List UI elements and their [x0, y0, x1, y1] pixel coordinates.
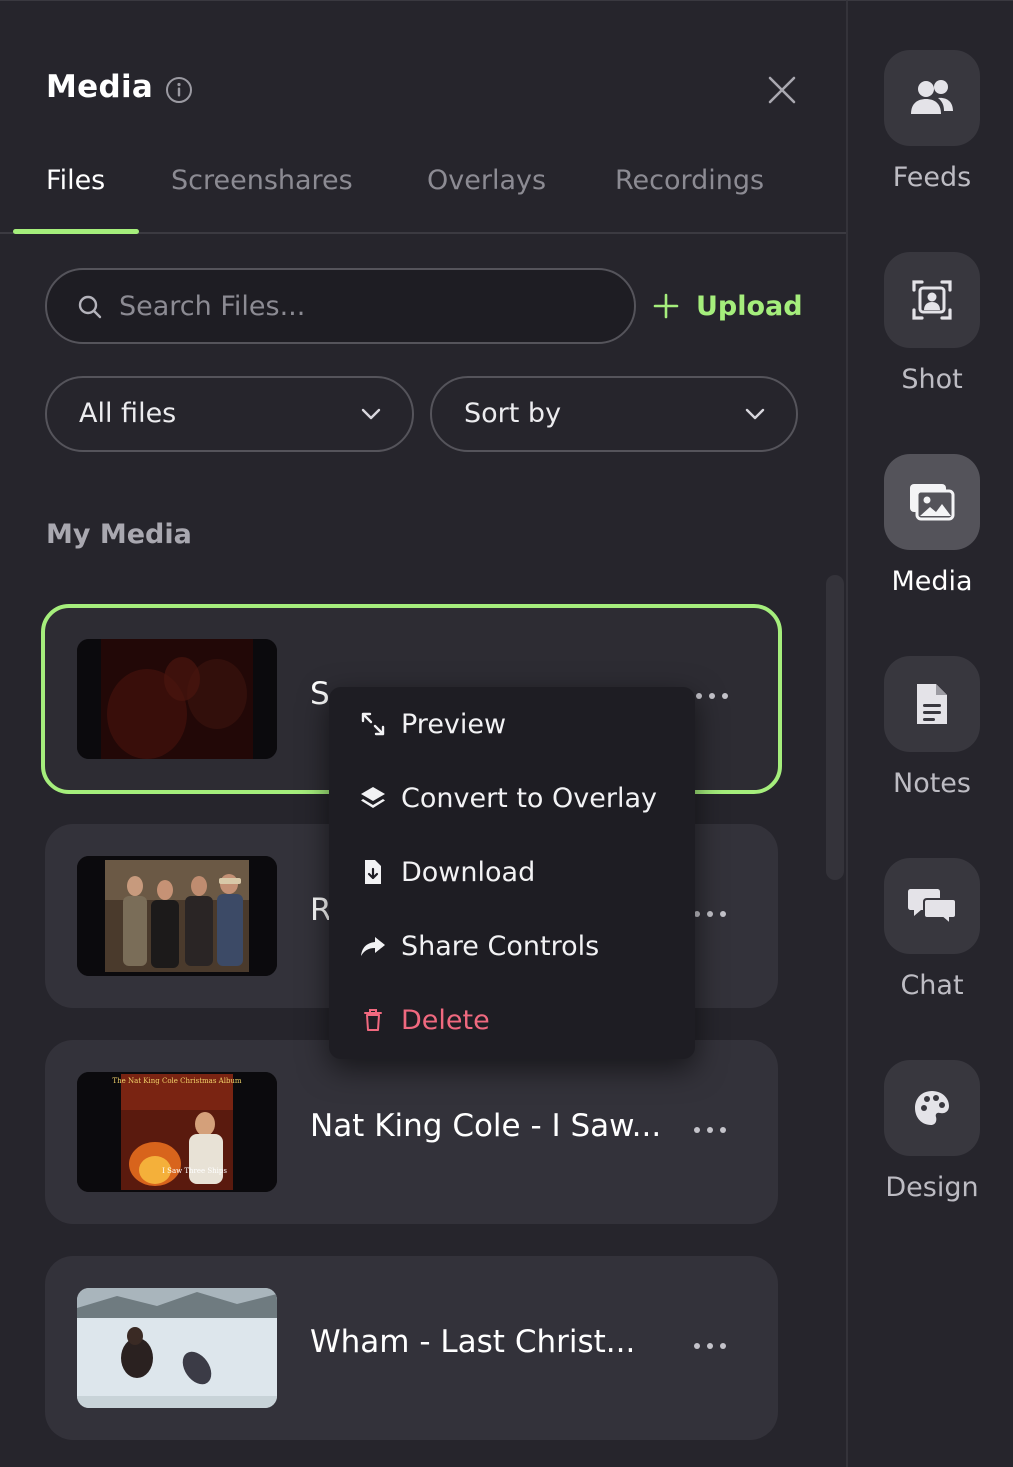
- sort-value: Sort by: [464, 398, 562, 429]
- share-icon: [359, 932, 387, 960]
- search-icon: [78, 295, 102, 319]
- menu-item-label: Delete: [401, 1004, 490, 1036]
- video-thumbnail: [77, 856, 277, 976]
- close-icon[interactable]: [766, 74, 798, 106]
- media-card[interactable]: The Nat King Cole Christmas Album I Saw …: [45, 1040, 778, 1224]
- rail-label: Notes: [893, 768, 971, 799]
- portrait-icon: [912, 280, 952, 320]
- rail-item-chat[interactable]: Chat: [884, 858, 980, 1028]
- media-title: Wham - Last Christ...: [310, 1324, 636, 1360]
- file-filter-value: All files: [79, 398, 177, 429]
- trash-icon: [359, 1006, 387, 1034]
- scrollbar[interactable]: [826, 575, 844, 880]
- menu-item-label: Download: [401, 856, 536, 888]
- sort-select[interactable]: Sort by: [430, 376, 798, 452]
- menu-item-convert-to-overlay[interactable]: Convert to Overlay: [329, 766, 695, 830]
- menu-item-share-controls[interactable]: Share Controls: [329, 914, 695, 978]
- rail-label: Design: [885, 1172, 979, 1203]
- section-title: My Media: [46, 519, 192, 550]
- rail-item-notes[interactable]: Notes: [884, 656, 980, 826]
- upload-button[interactable]: Upload: [652, 286, 803, 326]
- search-field[interactable]: [45, 268, 636, 344]
- media-title: Nat King Cole - I Saw...: [310, 1108, 662, 1144]
- media-panel: Media Files Screenshares Overlays Record…: [0, 0, 846, 1467]
- rail-label: Chat: [900, 970, 964, 1001]
- upload-label: Upload: [696, 290, 803, 322]
- users-icon: [911, 80, 953, 114]
- expand-icon: [359, 710, 387, 738]
- file-filter-select[interactable]: All files: [45, 376, 414, 452]
- search-input[interactable]: [119, 284, 609, 328]
- info-icon[interactable]: [165, 76, 193, 104]
- chat-icon: [908, 889, 957, 927]
- tab-files[interactable]: Files: [46, 165, 105, 196]
- file-download-icon: [359, 858, 387, 886]
- video-thumbnail: [77, 1288, 277, 1408]
- more-options-icon[interactable]: [693, 1124, 727, 1136]
- plus-icon: [653, 293, 679, 319]
- menu-item-download[interactable]: Download: [329, 840, 695, 904]
- menu-item-label: Share Controls: [401, 930, 600, 962]
- rail-label: Shot: [901, 364, 963, 395]
- layers-icon: [359, 784, 387, 812]
- palette-icon: [915, 1091, 949, 1125]
- rail-item-design[interactable]: Design: [884, 1060, 980, 1230]
- document-icon: [917, 684, 947, 724]
- video-thumbnail: [77, 639, 277, 759]
- side-rail: Feeds Shot Media Notes Chat Design: [846, 0, 1013, 1467]
- rail-item-media[interactable]: Media: [884, 454, 980, 624]
- more-options-icon[interactable]: [693, 1340, 727, 1352]
- menu-item-preview[interactable]: Preview: [329, 692, 695, 756]
- images-icon: [910, 484, 955, 521]
- tab-bar: Files Screenshares Overlays Recordings: [0, 151, 846, 234]
- rail-item-feeds[interactable]: Feeds: [884, 50, 980, 220]
- panel-title: Media: [46, 69, 154, 105]
- active-tab-indicator: [13, 229, 139, 234]
- tab-recordings[interactable]: Recordings: [615, 165, 764, 196]
- rail-label: Feeds: [892, 162, 972, 193]
- video-thumbnail: The Nat King Cole Christmas Album I Saw …: [77, 1072, 277, 1192]
- rail-item-shot[interactable]: Shot: [884, 252, 980, 422]
- context-menu: Preview Convert to Overlay Download Shar…: [329, 687, 695, 1059]
- media-card[interactable]: Wham - Last Christ...: [45, 1256, 778, 1440]
- more-options-icon[interactable]: [695, 690, 729, 702]
- menu-item-label: Preview: [401, 708, 507, 740]
- more-options-icon[interactable]: [693, 908, 727, 920]
- tab-overlays[interactable]: Overlays: [427, 165, 546, 196]
- chevron-down-icon: [745, 408, 765, 420]
- rail-label: Media: [891, 566, 973, 597]
- chevron-down-icon: [361, 408, 381, 420]
- menu-item-delete[interactable]: Delete: [329, 988, 695, 1052]
- album-header-text: The Nat King Cole Christmas Album: [112, 1077, 242, 1085]
- album-caption-text: I Saw Three Ships: [162, 1167, 227, 1175]
- tab-screenshares[interactable]: Screenshares: [171, 165, 353, 196]
- menu-item-label: Convert to Overlay: [401, 782, 657, 814]
